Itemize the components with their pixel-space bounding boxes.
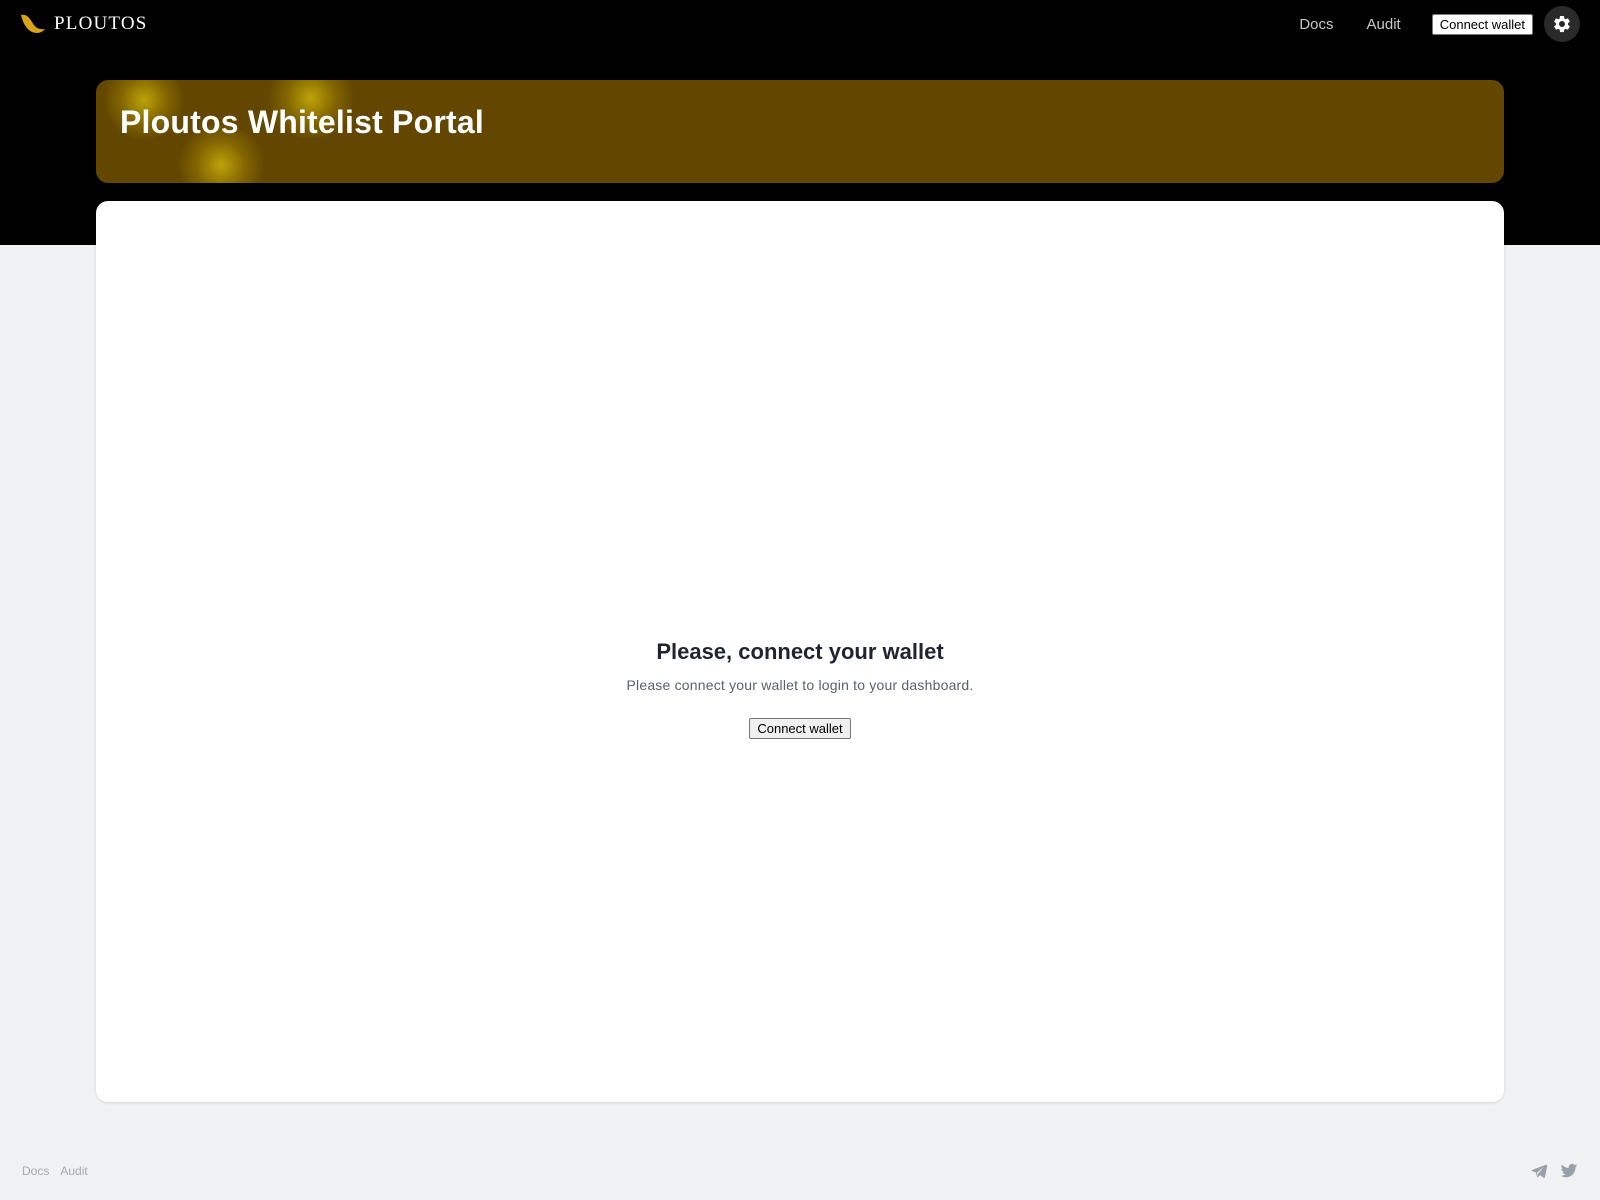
- gear-icon: [1554, 15, 1570, 33]
- footer-links: Docs Audit: [22, 1164, 88, 1178]
- connect-wallet-heading: Please, connect your wallet: [656, 639, 944, 664]
- connect-wallet-prompt: Please, connect your wallet Please conne…: [626, 639, 973, 739]
- telegram-icon: [1531, 1164, 1548, 1178]
- header-nav: Docs Audit Connect wallet: [1266, 6, 1580, 42]
- portal-banner: Ploutos Whitelist Portal: [96, 80, 1504, 183]
- brand-name: PLOUTOS: [54, 13, 148, 34]
- twitter-icon: [1560, 1163, 1578, 1178]
- footer-link-audit[interactable]: Audit: [60, 1164, 87, 1178]
- header-connect-wallet-button[interactable]: Connect wallet: [1431, 13, 1533, 35]
- main-card: Please, connect your wallet Please conne…: [96, 201, 1504, 1102]
- brand-logo-link[interactable]: PLOUTOS: [20, 13, 148, 35]
- nav-link-audit[interactable]: Audit: [1367, 16, 1401, 33]
- twitter-link[interactable]: [1560, 1162, 1578, 1180]
- ploutos-logo-icon: [21, 14, 45, 33]
- page-footer: Docs Audit: [0, 1158, 1600, 1184]
- connect-wallet-message: Please connect your wallet to login to y…: [626, 677, 974, 693]
- footer-link-docs[interactable]: Docs: [22, 1164, 49, 1178]
- settings-button[interactable]: [1544, 6, 1580, 42]
- telegram-link[interactable]: [1530, 1162, 1548, 1180]
- page-title: Ploutos Whitelist Portal: [120, 104, 484, 140]
- connect-wallet-button[interactable]: Connect wallet: [749, 718, 851, 739]
- nav-link-docs[interactable]: Docs: [1299, 16, 1333, 33]
- footer-social: [1530, 1162, 1578, 1180]
- top-navbar: PLOUTOS Docs Audit Connect wallet: [0, 0, 1600, 48]
